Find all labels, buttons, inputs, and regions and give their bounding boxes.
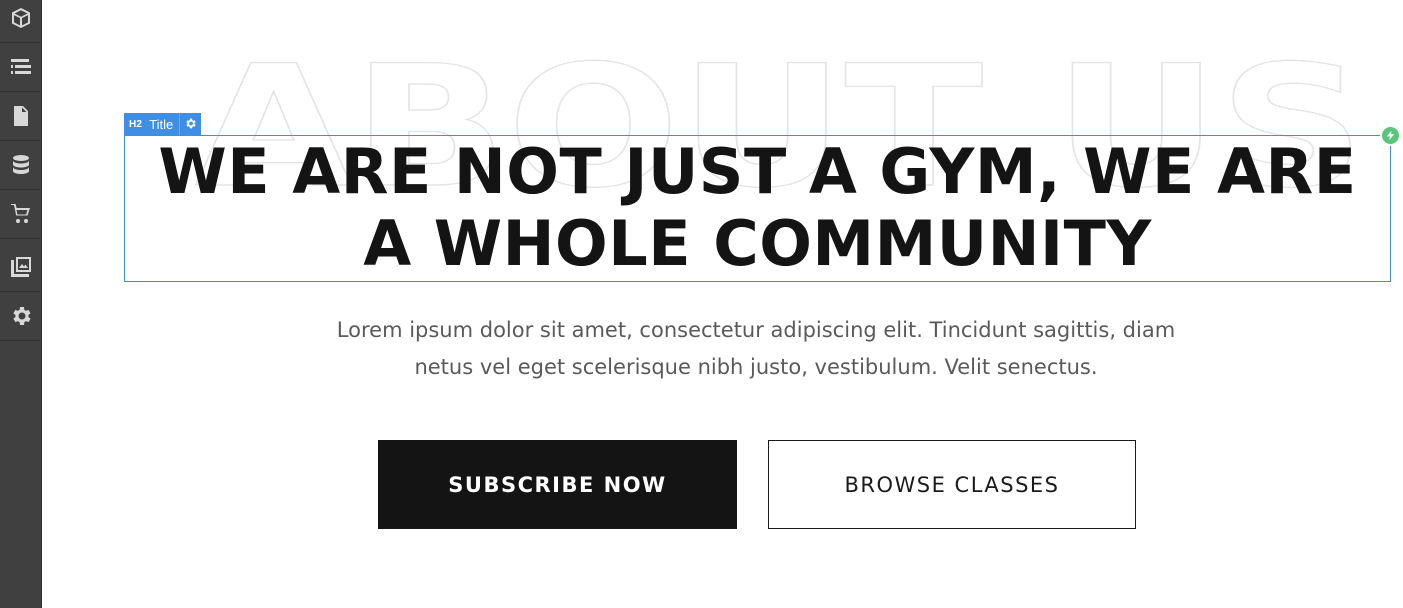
element-settings-button[interactable]	[179, 113, 201, 135]
cube-icon	[9, 6, 33, 30]
assets-icon	[9, 255, 33, 279]
gear-icon	[184, 115, 197, 134]
hero-description-line-1: Lorem ipsum dolor sit amet, consectetur …	[336, 318, 1176, 342]
hero-title[interactable]: WE ARE NOT JUST A GYM, WE ARE A WHOLE CO…	[124, 136, 1391, 280]
page-icon	[9, 104, 33, 128]
layers-icon	[9, 55, 33, 79]
subscribe-now-button[interactable]: SUBSCRIBE NOW	[378, 440, 737, 529]
navigator-button[interactable]	[0, 43, 42, 92]
pages-button[interactable]	[0, 92, 42, 141]
cms-button[interactable]	[0, 141, 42, 190]
hero-description-line-2: netus vel eget scelerisque nibh justo, v…	[414, 355, 1098, 379]
interaction-trigger-badge[interactable]	[1380, 125, 1401, 146]
add-elements-button[interactable]	[0, 0, 42, 43]
hero-description[interactable]: Lorem ipsum dolor sit amet, consectetur …	[290, 312, 1222, 386]
settings-button[interactable]	[0, 292, 42, 341]
hero-title-line-2: A WHOLE COMMUNITY	[363, 207, 1152, 280]
browse-classes-button[interactable]: BROWSE CLASSES	[768, 440, 1136, 529]
cart-icon	[9, 202, 33, 226]
gear-icon	[9, 304, 33, 328]
element-class-label: Title	[149, 116, 174, 132]
element-type-label[interactable]: H2 Title	[124, 113, 179, 135]
ecommerce-button[interactable]	[0, 190, 42, 239]
designer-left-toolbar	[0, 0, 42, 608]
hero-title-line-1: WE ARE NOT JUST A GYM, WE ARE	[158, 135, 1357, 208]
selected-element-tag[interactable]: H2 Title	[124, 113, 202, 135]
lightning-icon	[1385, 126, 1396, 145]
database-icon	[9, 153, 33, 177]
assets-button[interactable]	[0, 243, 42, 292]
heading-level-label: H2	[129, 118, 143, 130]
